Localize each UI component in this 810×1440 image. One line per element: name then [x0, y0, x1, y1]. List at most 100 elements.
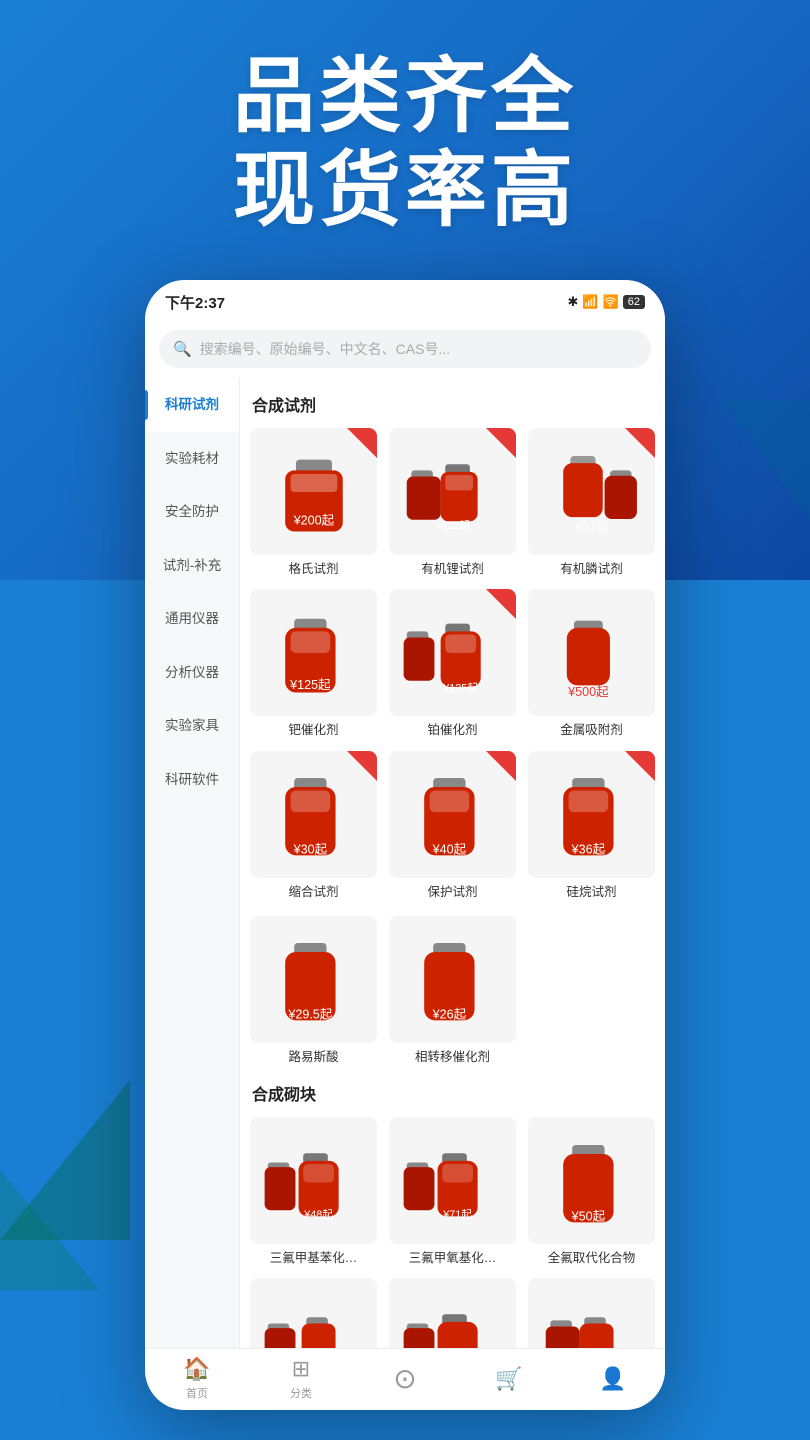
status-icons: ✱ 📶 🛜 62: [567, 294, 645, 310]
product-img-xiangzhuan: ¥26起: [389, 916, 516, 1043]
product-img-zahuan: ¥29起: [528, 1278, 655, 1348]
product-pa[interactable]: ¥125起 钯催化剂: [250, 589, 377, 738]
bottle-svg-4: ¥125起: [260, 599, 368, 707]
sidebar-item-anquan[interactable]: 安全防护: [145, 485, 239, 539]
svg-text:¥71起: ¥71起: [442, 1209, 472, 1221]
badge-corner-6: [486, 751, 516, 781]
svg-text:¥29.5起: ¥29.5起: [287, 1008, 332, 1022]
product-xiudai[interactable]: ¥30起 溴代苯硼酸: [389, 1278, 516, 1348]
product-img-jinshu: ¥500起: [528, 589, 655, 716]
sidebar-item-tongyong[interactable]: 通用仪器: [145, 592, 239, 646]
sidebar-item-keyan[interactable]: 科研试剂: [145, 378, 239, 432]
product-label-pa: 钯催化剂: [288, 722, 338, 738]
home-icon: 🏠: [183, 1356, 210, 1382]
section-title-hecheng: 合成试剂: [250, 392, 655, 416]
cart-icon: 🛒: [495, 1366, 522, 1392]
search-placeholder: 搜索编号、原始编号、中文名、CAS号...: [200, 339, 450, 359]
badge-corner-7: [625, 751, 655, 781]
search-icon: 🔍: [173, 340, 192, 358]
content-area: 科研试剂 实验耗材 安全防护 试剂-补充 通用仪器 分析仪器 实验家具 科研软件: [145, 378, 665, 1348]
svg-text:¥125起: ¥125起: [442, 682, 478, 694]
category-icon: ⊞: [292, 1356, 310, 1382]
hero-title: 品类齐全 现货率高: [0, 50, 810, 239]
nav-cart[interactable]: 🛒: [457, 1366, 561, 1392]
product-label-sanfuyang: 三氟甲氧基化…: [409, 1250, 497, 1266]
product-img-suohe: ¥30起: [250, 751, 377, 878]
bottle-svg-11: ¥26起: [399, 925, 507, 1033]
hero-section: 品类齐全 现货率高: [0, 50, 810, 239]
product-baohu[interactable]: ¥40起 保护试剂: [389, 751, 516, 900]
bottle-svg-17: ¥29起: [538, 1288, 646, 1348]
product-pt[interactable]: ¥125起 铂催化剂: [389, 589, 516, 738]
product-jinshu[interactable]: ¥500起 金属吸附剂: [528, 589, 655, 738]
product-guiwang[interactable]: ¥36起 硅烷试剂: [528, 751, 655, 900]
product-quanfu[interactable]: ¥50起 全氟取代化合物: [528, 1117, 655, 1266]
product-sanfujia[interactable]: ¥48起 三氟甲基苯化…: [250, 1117, 377, 1266]
search-bar[interactable]: 🔍 搜索编号、原始编号、中文名、CAS号...: [159, 330, 651, 368]
sidebar-item-shiyan[interactable]: 实验耗材: [145, 432, 239, 486]
svg-text:¥48起: ¥48起: [303, 1209, 333, 1221]
product-img-pa: ¥125起: [250, 589, 377, 716]
sidebar-item-fenxi[interactable]: 分析仪器: [145, 646, 239, 700]
product-img-luyi: ¥29.5起: [250, 916, 377, 1043]
bottle-svg-10: ¥29.5起: [260, 925, 368, 1033]
nav-scan[interactable]: ⊙: [353, 1362, 457, 1395]
product-youjili[interactable]: ¥112起 有机锂试剂: [389, 428, 516, 577]
badge-corner-3: [625, 428, 655, 458]
bluetooth-icon: ✱: [567, 294, 578, 310]
product-label-suohe: 缩合试剂: [288, 884, 338, 900]
product-youjilin[interactable]: ¥57起 有机膦试剂: [528, 428, 655, 577]
product-label-pt: 铂催化剂: [427, 722, 477, 738]
product-img-liumo: ¥25起: [250, 1278, 377, 1348]
nav-category[interactable]: ⊞ 分类: [249, 1356, 353, 1401]
product-luyi[interactable]: ¥29.5起 路易斯酸: [250, 916, 377, 1065]
product-label-geshi: 格氏试剂: [288, 561, 338, 577]
product-xiangzhuan[interactable]: ¥26起 相转移催化剂: [389, 916, 516, 1065]
product-liumo[interactable]: ¥25起 硫醚·硫醚: [250, 1278, 377, 1348]
nav-profile[interactable]: 👤: [561, 1366, 665, 1392]
product-img-guiwang: ¥36起: [528, 751, 655, 878]
badge-corner-4: [486, 589, 516, 619]
sidebar-item-jiaju[interactable]: 实验家具: [145, 699, 239, 753]
bottle-svg-13: ¥71起: [399, 1127, 507, 1235]
svg-text:¥500起: ¥500起: [567, 685, 609, 699]
phone-mockup: 下午2:37 ✱ 📶 🛜 62 🔍 搜索编号、原始编号、中文名、CAS号... …: [145, 280, 665, 1410]
product-img-xiudai: ¥30起: [389, 1278, 516, 1348]
bottom-nav: 🏠 首页 ⊞ 分类 ⊙ 🛒 👤: [145, 1348, 665, 1408]
product-label-quanfu: 全氟取代化合物: [548, 1250, 636, 1266]
product-sanfuyang[interactable]: ¥71起 三氟甲氧基化…: [389, 1117, 516, 1266]
svg-text:¥30起: ¥30起: [292, 843, 327, 857]
product-img-sanfuyang: ¥71起: [389, 1117, 516, 1244]
sidebar-item-shiji[interactable]: 试剂-补充: [145, 539, 239, 593]
svg-text:¥26起: ¥26起: [431, 1008, 466, 1022]
product-label-sanfujia: 三氟甲基苯化…: [270, 1250, 358, 1266]
product-zahuan[interactable]: ¥29起 杂环硼酸: [528, 1278, 655, 1348]
product-label-guiwang: 硅烷试剂: [566, 884, 616, 900]
product-suohe[interactable]: ¥30起 缩合试剂: [250, 751, 377, 900]
nav-home[interactable]: 🏠 首页: [145, 1356, 249, 1401]
section-title-qikuai: 合成砌块: [250, 1081, 655, 1105]
svg-text:¥40起: ¥40起: [431, 843, 466, 857]
product-label-baohu: 保护试剂: [427, 884, 477, 900]
bottle-svg-15: ¥25起: [260, 1288, 368, 1348]
badge-corner-5: [347, 751, 377, 781]
bottle-svg-16: ¥30起: [399, 1288, 507, 1348]
product-geshi[interactable]: ¥200起 格氏试剂: [250, 428, 377, 577]
status-bar: 下午2:37 ✱ 📶 🛜 62: [145, 280, 665, 324]
bottle-svg-6: ¥500起: [538, 599, 646, 707]
scan-icon: ⊙: [393, 1362, 416, 1395]
product-grid-qikuai: ¥48起 三氟甲基苯化… ¥71起: [250, 1117, 655, 1348]
product-img-baohu: ¥40起: [389, 751, 516, 878]
product-img-youjilin: ¥57起: [528, 428, 655, 555]
product-grid-hecheng-row4: ¥29.5起 路易斯酸 ¥26起 相转移催化剂: [250, 916, 655, 1065]
svg-text:¥125起: ¥125起: [289, 678, 331, 692]
battery-icon: 62: [623, 295, 645, 309]
badge-corner-2: [486, 428, 516, 458]
nav-home-label: 首页: [186, 1385, 208, 1401]
svg-text:¥112起: ¥112起: [435, 520, 470, 532]
product-label-jinshu: 金属吸附剂: [560, 722, 623, 738]
sidebar-item-ruanjian[interactable]: 科研软件: [145, 753, 239, 807]
svg-text:¥36起: ¥36起: [570, 843, 605, 857]
product-img-geshi: ¥200起: [250, 428, 377, 555]
profile-icon: 👤: [599, 1366, 626, 1392]
